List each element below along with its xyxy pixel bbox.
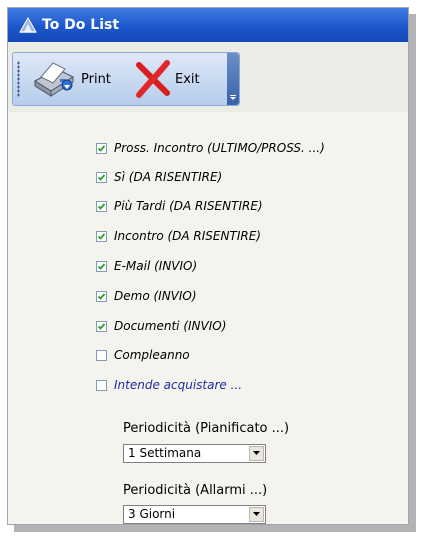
check-icon — [97, 232, 106, 240]
checklist-item[interactable]: Pross. Incontro (ULTIMO/PROSS. ...) — [96, 138, 325, 158]
check-icon — [97, 202, 106, 210]
checklist-item[interactable]: E-Mail (INVIO) — [96, 256, 197, 276]
checkbox[interactable] — [96, 171, 107, 183]
toolbar: Print Exit — [12, 52, 240, 106]
checkbox[interactable] — [96, 379, 107, 391]
checklist-item[interactable]: Più Tardi (DA RISENTIRE) — [96, 196, 263, 216]
checklist-item[interactable]: Compleanno — [96, 345, 190, 365]
checkbox[interactable] — [96, 200, 107, 212]
print-label: Print — [81, 71, 111, 87]
checklist-label: Incontro (DA RISENTIRE) — [114, 229, 261, 243]
checklist-label: E-Mail (INVIO) — [114, 259, 198, 273]
exit-button[interactable]: Exit — [133, 57, 200, 101]
todo-list-icon — [19, 16, 37, 33]
checklist-label: Demo (INVIO) — [114, 289, 197, 303]
exit-label: Exit — [175, 71, 200, 87]
dropdown-button[interactable] — [249, 446, 264, 461]
checklist-label: Pross. Incontro (ULTIMO/PROSS. ...) — [114, 141, 325, 155]
toolbar-overflow-button[interactable] — [227, 53, 239, 105]
periodicity-alarms-value: 3 Giorni — [128, 507, 176, 521]
check-icon — [97, 144, 106, 152]
chevron-down-icon — [253, 451, 260, 455]
checkbox[interactable] — [96, 230, 107, 242]
window-title: To Do List — [42, 17, 120, 33]
checklist-item[interactable]: Documenti (INVIO) — [96, 316, 226, 336]
checklist-label: Intende acquistare ... — [114, 378, 243, 392]
dropdown-button[interactable] — [249, 507, 264, 522]
checkbox[interactable] — [96, 260, 107, 272]
periodicity-planned-value: 1 Settimana — [128, 446, 202, 460]
title-bar: To Do List — [8, 8, 408, 42]
checklist-label: Documenti (INVIO) — [114, 319, 227, 333]
todo-window: To Do List Print Exit Pross. Incontro (U… — [7, 7, 409, 525]
periodicity-alarms-label: Periodicità (Allarmi ...) — [123, 483, 268, 498]
check-icon — [97, 262, 106, 270]
checklist-item[interactable]: Incontro (DA RISENTIRE) — [96, 226, 261, 246]
check-icon — [97, 173, 106, 181]
checklist-item[interactable]: Demo (INVIO) — [96, 286, 197, 306]
check-icon — [97, 292, 106, 300]
chevron-down-icon — [253, 512, 260, 516]
checklist-label: Sì (DA RISENTIRE) — [114, 170, 223, 184]
checklist-item[interactable]: Sì (DA RISENTIRE) — [96, 167, 222, 187]
chevron-down-icon — [230, 95, 236, 100]
checklist-label: Più Tardi (DA RISENTIRE) — [114, 199, 263, 213]
close-icon — [136, 60, 170, 98]
checkbox[interactable] — [96, 320, 107, 332]
periodicity-planned-label: Periodicità (Pianificato ...) — [123, 421, 290, 436]
printer-icon — [34, 62, 75, 97]
check-icon — [97, 322, 106, 330]
periodicity-alarms-select[interactable]: 3 Giorni — [123, 505, 266, 524]
toolbar-grip[interactable] — [17, 61, 20, 97]
print-button[interactable]: Print — [27, 57, 111, 101]
periodicity-planned-select[interactable]: 1 Settimana — [123, 444, 266, 463]
checklist-item[interactable]: Intende acquistare ... — [96, 375, 242, 395]
checklist-label: Compleanno — [114, 348, 190, 362]
checkbox[interactable] — [96, 290, 107, 302]
checkbox[interactable] — [96, 142, 107, 154]
checkbox[interactable] — [96, 349, 107, 361]
